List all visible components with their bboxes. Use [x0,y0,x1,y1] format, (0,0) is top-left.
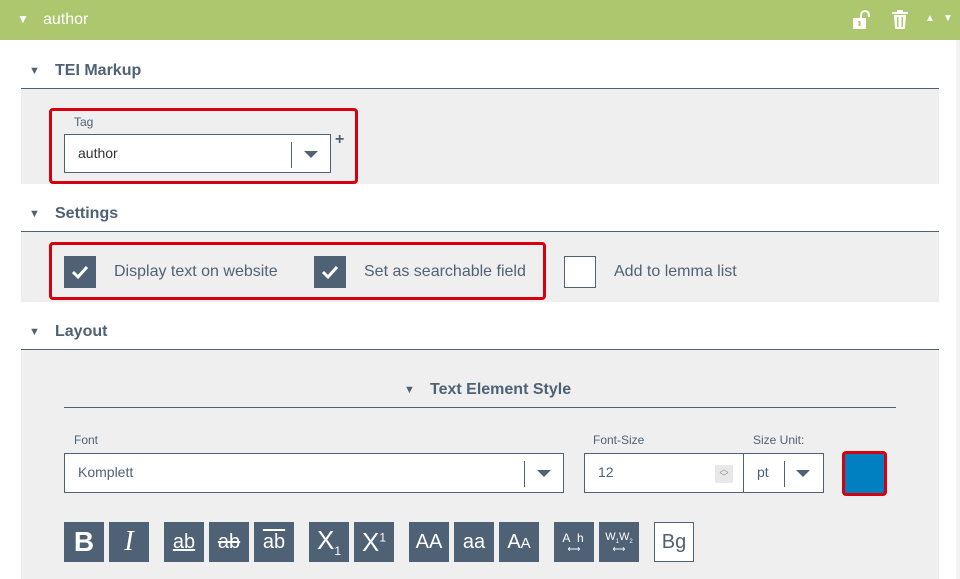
size-unit-label: Size Unit: [753,433,805,447]
trash-icon[interactable] [892,10,908,30]
editor-body: ▼ TEI Markup Tag author + ▼ Settings Dis… [0,40,956,579]
underline-button[interactable]: ab [164,522,204,562]
display-text-label: Display text on website [114,263,278,280]
caret-down-icon[interactable]: ▼ [29,208,40,220]
caret-down-icon[interactable]: ▼ [404,384,415,396]
section-title: Settings [55,205,119,222]
subscript-button[interactable]: X1 [309,522,349,562]
italic-button[interactable]: I [109,522,149,562]
size-unit-value: pt [757,464,769,480]
letter-spacing-icon: A h [562,531,586,545]
underline-icon: ab [172,530,196,553]
caret-down-icon[interactable]: ▼ [29,65,40,77]
section-header-settings[interactable]: ▼ Settings [21,196,939,232]
font-label: Font [74,433,99,447]
lemma-list-checkbox[interactable] [564,256,596,288]
searchable-field-label: Set as searchable field [364,263,526,280]
background-button[interactable]: Bg [654,522,694,562]
subscript-base: X [316,525,335,556]
section-header-layout[interactable]: ▼ Layout [21,314,939,350]
display-text-checkbox[interactable] [64,256,96,288]
section-body-layout: ▼ Text Element Style Font Komplett Font-… [21,350,939,579]
subsection-header-text-style[interactable]: ▼ Text Element Style [64,370,896,408]
font-size-label: Font-Size [593,433,645,447]
subscript-icon: X1 [317,525,341,558]
word-spacing-icon: W1W2 [605,530,633,546]
dropdown-arrow-icon[interactable] [304,151,318,158]
caret-down-icon[interactable]: ▼ [29,326,40,338]
select-separator [524,461,525,487]
dropdown-arrow-icon[interactable] [537,470,551,477]
bold-button[interactable]: B [64,522,104,562]
lowercase-button[interactable]: aa [454,522,494,562]
strikethrough-button[interactable]: ab [209,522,249,562]
lemma-list-label: Add to lemma list [614,263,737,280]
searchable-field-checkbox[interactable] [314,256,346,288]
lowercase-icon: aa [462,530,486,553]
superscript-index: 1 [379,529,387,544]
add-tag-button[interactable]: + [335,131,344,149]
subsection-title: Text Element Style [430,381,572,398]
tag-select[interactable]: author [64,134,331,173]
font-value: Komplett [78,464,134,480]
size-unit-select[interactable]: pt [743,453,824,493]
superscript-base: X [361,526,380,557]
select-separator [291,142,292,168]
uppercase-button[interactable]: AA [409,522,449,562]
overline-icon: ab [262,530,286,553]
superscript-button[interactable]: X1 [354,522,394,562]
double-arrow-icon: ⟷ [567,544,581,554]
check-icon [71,265,89,280]
scrollbar[interactable] [956,40,960,579]
letter-spacing-button[interactable]: A h ⟷ [554,522,594,562]
small-caps-button[interactable]: AA [499,522,539,562]
subscript-index: 1 [334,544,342,559]
element-header[interactable]: ▼ author ▲ ▼ [0,0,960,40]
font-size-value: 12 [598,464,614,480]
section-title: TEI Markup [55,62,142,79]
bold-icon: B [73,526,95,557]
section-header-tei-markup[interactable]: ▼ TEI Markup [21,53,939,89]
strikethrough-icon: ab [217,530,241,553]
tag-value: author [78,145,118,161]
superscript-icon: X1 [362,527,386,558]
move-down-icon[interactable]: ▼ [943,13,953,33]
uppercase-icon: AA [415,530,443,553]
element-title: author [43,11,89,28]
element-editor: ▼ author ▲ ▼ ▼ TEI Markup Tag author + ▼… [0,0,960,579]
check-icon [321,265,339,280]
color-picker-swatch[interactable] [842,451,887,496]
small-caps-icon: AA [507,530,531,553]
dropdown-arrow-icon[interactable] [796,470,810,477]
spinner-icon[interactable]: ︿ ﹀ [715,465,733,483]
collapse-caret-icon[interactable]: ▼ [17,12,29,26]
font-size-input[interactable]: 12 ︿ ﹀ [584,453,744,493]
section-body-settings: Display text on website Set as searchabl… [21,232,939,302]
section-title: Layout [55,323,108,340]
font-select[interactable]: Komplett [64,453,564,493]
background-icon: Bg [661,530,687,553]
section-body-tei-markup: Tag author + [21,89,939,184]
word-spacing-button[interactable]: W1W2 ⟷ [599,522,639,562]
double-arrow-icon: ⟷ [612,544,626,555]
tag-label: Tag [74,115,94,129]
overline-button[interactable]: ab [254,522,294,562]
italic-icon: I [124,526,134,557]
move-up-icon[interactable]: ▲ [925,13,935,33]
select-separator [784,461,785,487]
unlock-icon[interactable] [852,10,870,30]
